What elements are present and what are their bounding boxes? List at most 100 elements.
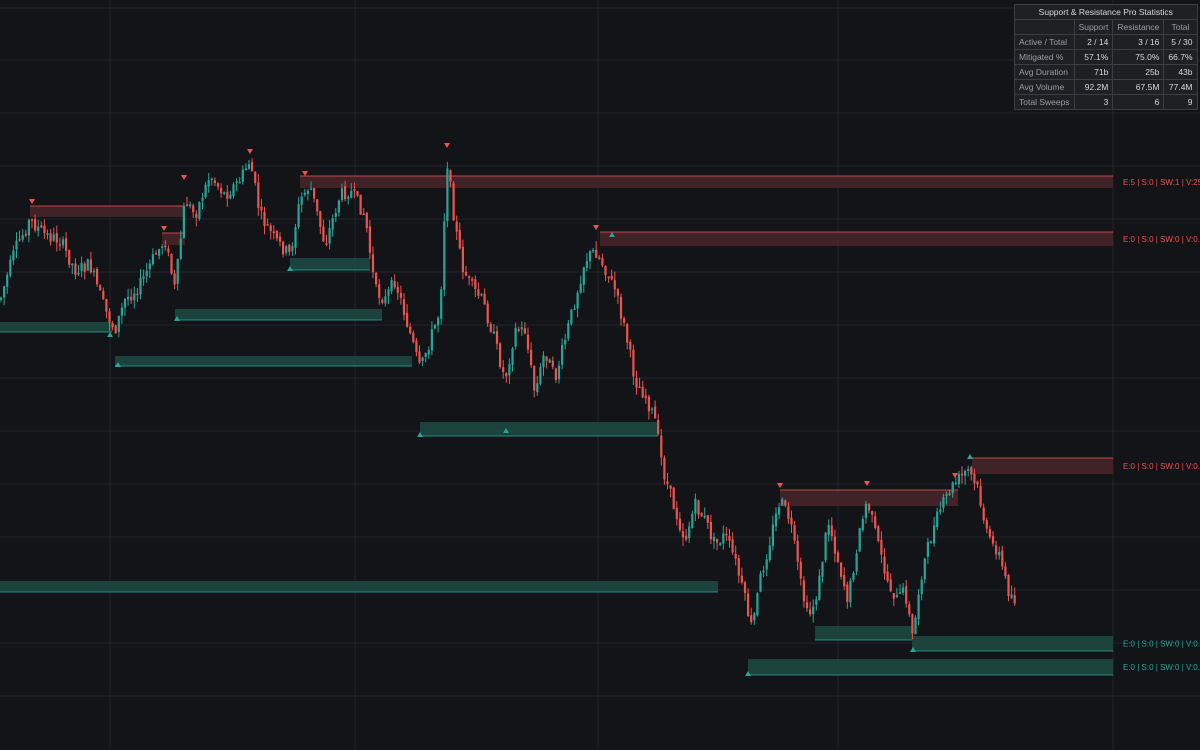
candle-body	[771, 524, 774, 547]
candle-body	[561, 345, 564, 365]
candle-body	[229, 194, 232, 199]
price-chart[interactable]: E:5 | S:0 | SW:1 | V:255 E:0 | S:0 | SW:0…	[0, 0, 1200, 750]
candle-body	[167, 248, 170, 253]
candle-body	[328, 228, 331, 244]
candle-body	[80, 262, 83, 272]
candle-body	[210, 178, 213, 181]
candle-body	[46, 233, 49, 235]
candle-body	[818, 575, 821, 601]
candle-body	[502, 367, 505, 372]
candle-body	[145, 270, 148, 277]
candle-body	[914, 617, 917, 635]
candle-body	[43, 225, 46, 234]
candle-body	[588, 251, 592, 262]
candle-body	[725, 533, 728, 536]
candle-body	[257, 182, 260, 209]
candle-body	[294, 227, 297, 248]
candle-body	[740, 575, 743, 583]
stats-row-duration: Avg Duration 71b 25b 43b	[1014, 64, 1198, 80]
candle-body	[455, 221, 458, 232]
candle-body	[815, 599, 818, 605]
candle-body	[582, 267, 585, 285]
candle-body	[306, 190, 309, 194]
candle-body	[747, 593, 750, 617]
candle-body	[892, 593, 895, 599]
candle-body	[898, 592, 902, 594]
candle-body	[344, 186, 347, 200]
candle-body	[353, 189, 356, 191]
candle-body	[164, 245, 167, 248]
candle-body	[430, 329, 433, 351]
stats-label: Active / Total	[1014, 34, 1075, 50]
candle-body	[678, 518, 681, 531]
candle-body	[111, 323, 114, 328]
candle-body	[685, 535, 688, 540]
candle-body	[753, 613, 756, 621]
resistance-pivot-marker	[952, 473, 958, 478]
support-zone	[912, 636, 1113, 651]
candle-body	[139, 278, 142, 295]
candle-body	[784, 500, 787, 506]
candle-body	[951, 482, 954, 494]
candle-body	[368, 226, 371, 253]
candle-body	[982, 507, 985, 521]
candle-body	[34, 218, 37, 231]
candle-body	[461, 246, 464, 273]
candle-body	[712, 536, 716, 541]
candle-body	[303, 192, 306, 195]
zone-label: E:0 | S:0 | SW:0 | V:0.0	[1123, 462, 1200, 471]
candle-body	[375, 273, 378, 285]
candle-body	[244, 168, 247, 171]
candle-body	[322, 226, 325, 242]
candle-body	[247, 164, 251, 169]
candle-body	[148, 263, 151, 270]
candle-body	[623, 318, 626, 323]
candle-body	[1001, 550, 1004, 567]
candle-body	[809, 609, 812, 615]
candle-body	[347, 197, 350, 199]
candle-body	[220, 187, 223, 194]
support-zone	[175, 309, 382, 320]
zone-label: E:0 | S:0 | SW:0 | V:0.0	[1123, 235, 1200, 244]
candle-body	[911, 614, 914, 634]
candle-body	[96, 268, 99, 285]
candle-body	[40, 225, 43, 228]
candle-body	[697, 500, 700, 515]
candle-body	[926, 541, 929, 557]
candle-body	[437, 317, 440, 326]
candle-body	[629, 341, 632, 350]
candle-body	[254, 171, 257, 183]
candle-body	[936, 511, 939, 528]
candle-body	[99, 285, 102, 291]
candle-body	[77, 272, 80, 275]
candle-body	[291, 246, 294, 252]
stats-support-value: 92.2M	[1073, 79, 1114, 95]
candle-body	[415, 340, 418, 353]
candle-body	[381, 299, 384, 303]
candle-body	[827, 524, 830, 535]
candle-body	[691, 513, 694, 528]
stats-support-value: 3	[1073, 94, 1114, 110]
candle-body	[9, 259, 12, 276]
candle-body	[130, 296, 133, 301]
candle-body	[660, 435, 663, 458]
candle-body	[840, 562, 843, 577]
candle-body	[356, 191, 359, 196]
candle-body	[52, 234, 55, 241]
candle-body	[182, 206, 185, 239]
candle-body	[49, 233, 52, 242]
candle-body	[774, 513, 778, 527]
candle-body	[551, 360, 554, 367]
zone-label: E:0 | S:0 | SW:0 | V:0.0	[1123, 663, 1200, 672]
candle-body	[161, 246, 164, 248]
candle-body	[136, 293, 139, 296]
support-zone	[0, 581, 718, 592]
candle-body	[471, 278, 474, 281]
candle-body	[604, 266, 607, 276]
stats-label: Avg Volume	[1014, 79, 1075, 95]
candle-body	[266, 224, 269, 226]
candle-body	[539, 367, 542, 384]
candle-body	[263, 211, 266, 227]
candle-body	[523, 328, 526, 334]
statistics-table: Support & Resistance Pro Statistics Supp…	[1014, 4, 1198, 110]
